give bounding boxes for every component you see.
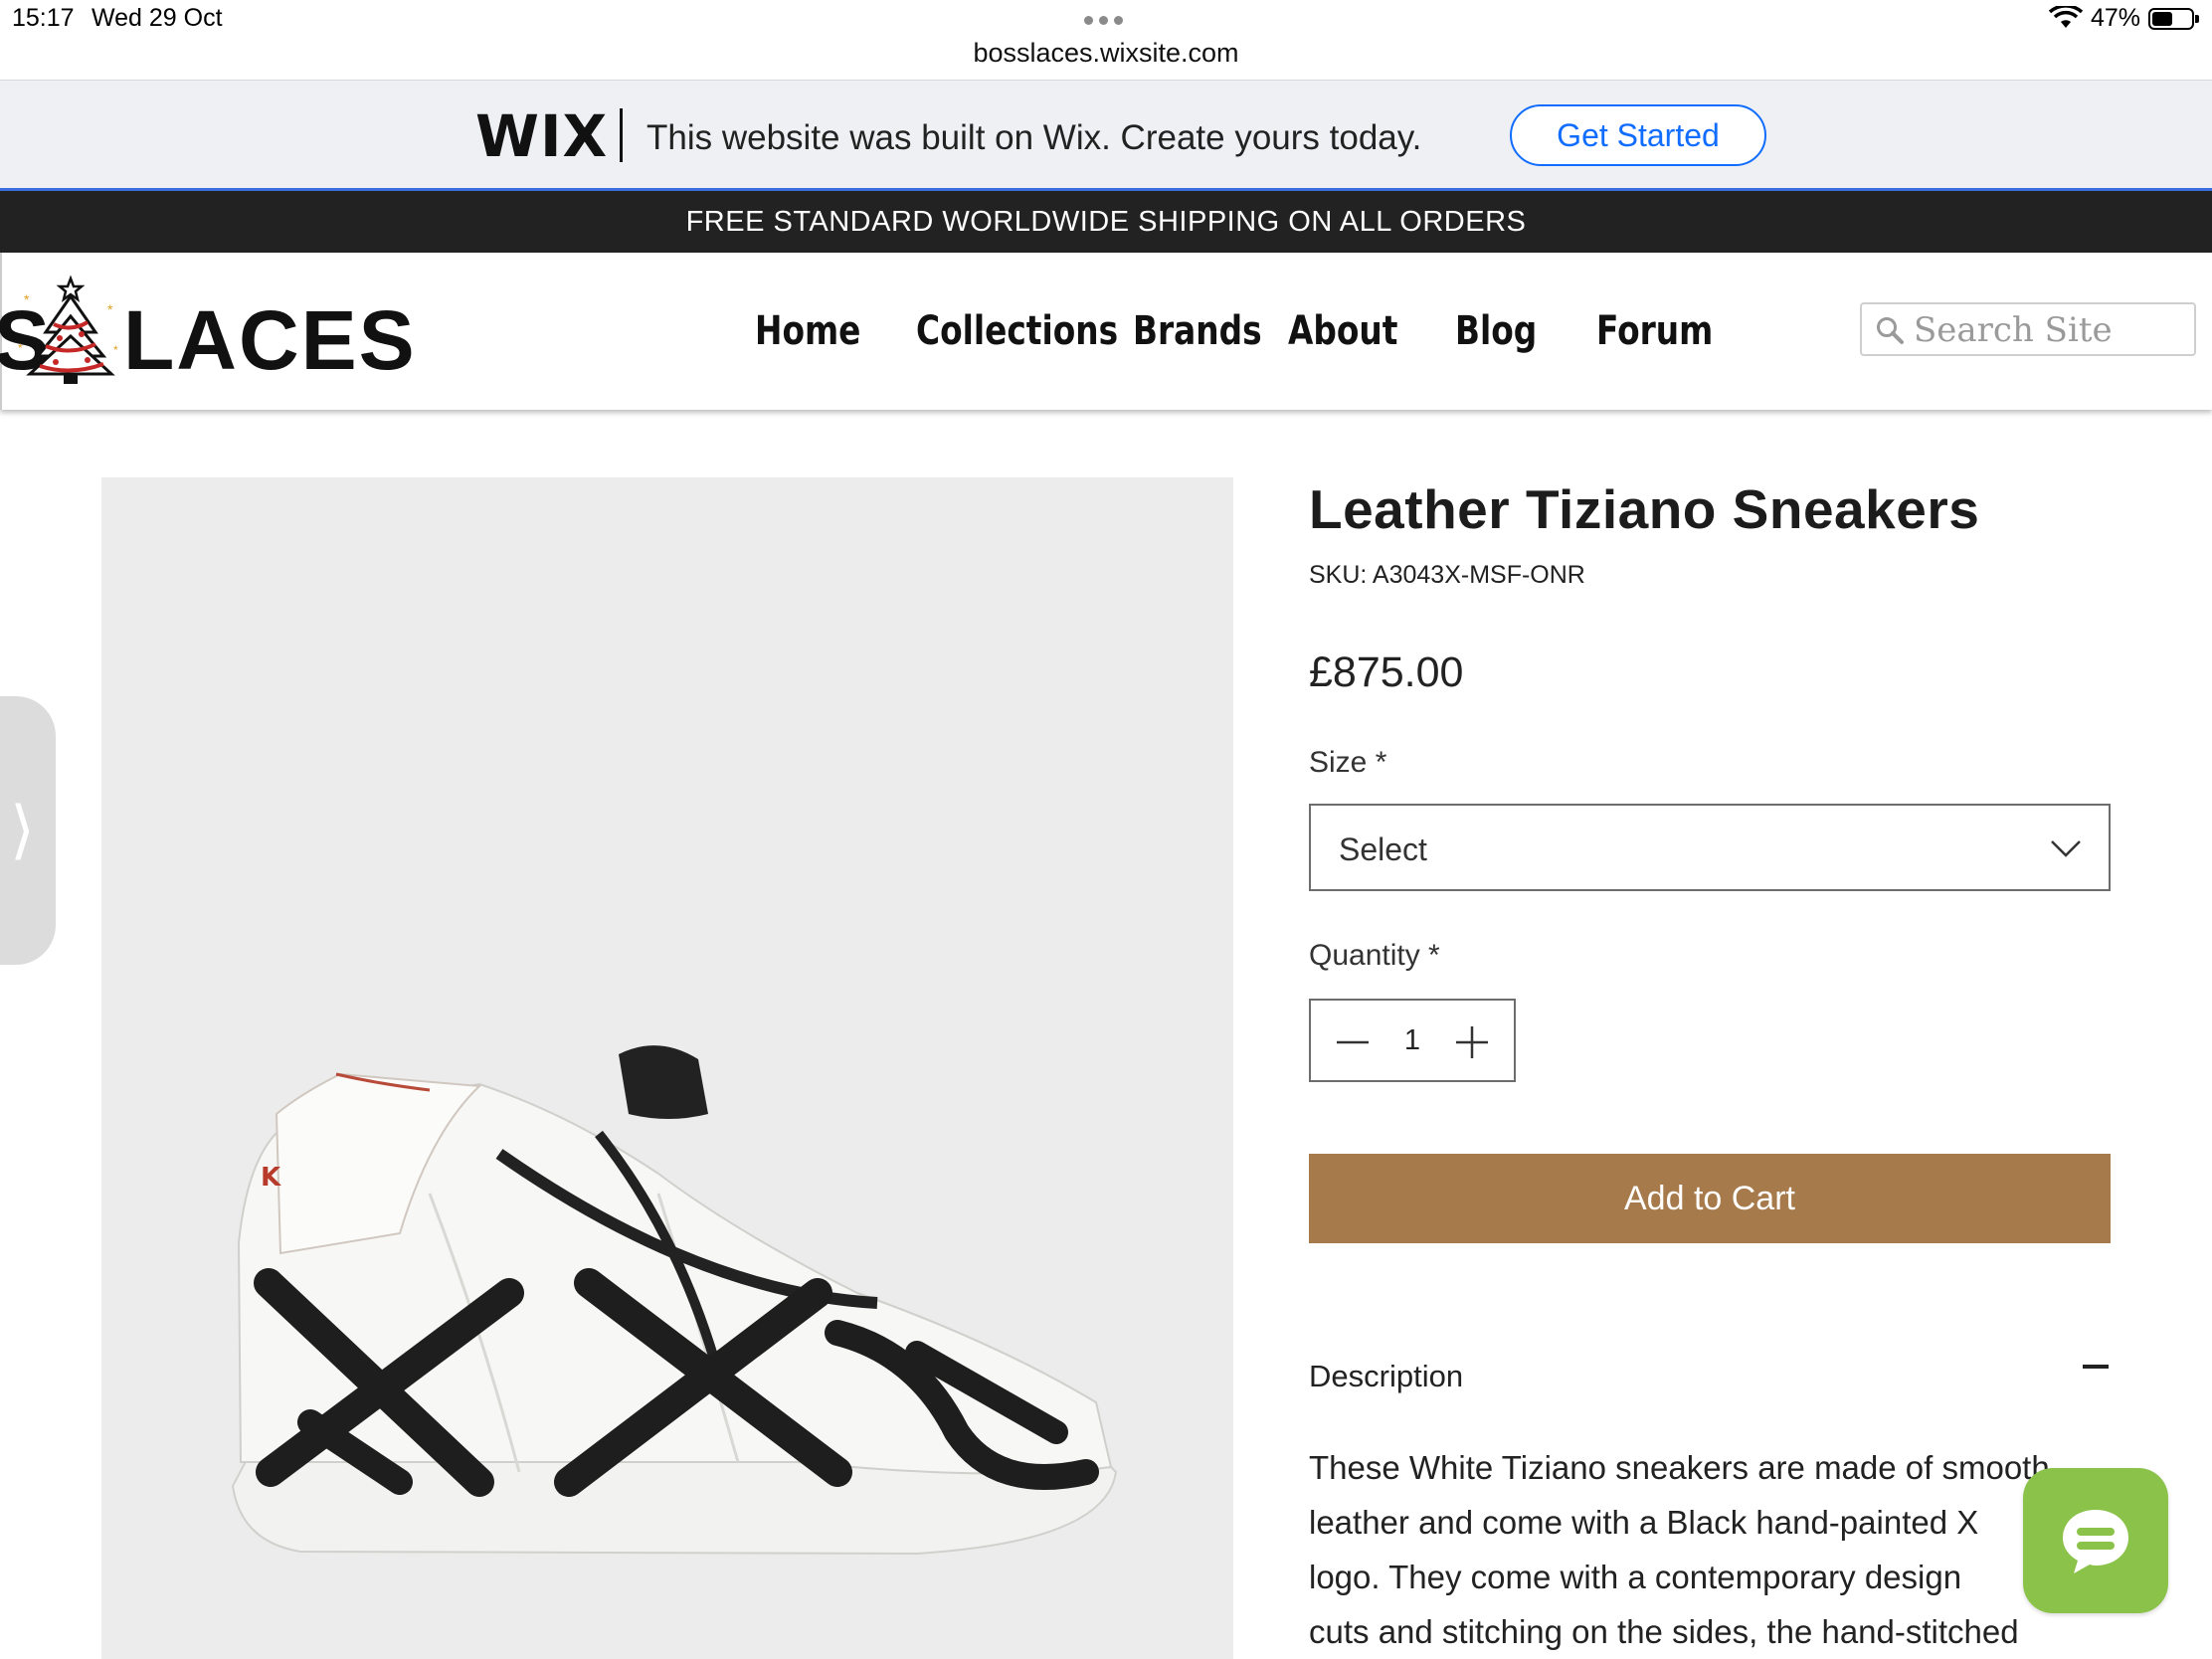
christmas-tree-icon: * * * * [18,275,118,384]
size-selected-value: Select [1339,831,1427,867]
side-panel-tab[interactable]: ⟩ [0,696,56,965]
search-placeholder: Search Site [1914,310,2113,350]
wix-banner: WIX This website was built on Wix. Creat… [0,80,2212,191]
battery-level [2152,12,2172,26]
product-price: £875.00 [1309,648,1464,696]
main-nav: Home Collections Brands About Blog Forum [755,308,1716,354]
logo-text: LACES [123,293,417,387]
chevron-right-icon: ⟩ [10,794,35,867]
svg-text:K: K [261,1163,281,1193]
description-text: These White Tiziano sneakers are made of… [1309,1440,2095,1659]
description-line: leather and come with a Black hand-paint… [1309,1504,1979,1541]
add-to-cart-button[interactable]: Add to Cart [1309,1154,2111,1243]
quantity-stepper: 1 [1309,999,1516,1082]
collapse-minus-icon[interactable] [2083,1365,2109,1369]
status-bar: 15:17 Wed 29 Oct bosslaces.wixsite.com 4… [0,0,2212,80]
nav-home[interactable]: Home [755,308,887,354]
description-line: logo. They come with a contemporary desi… [1309,1559,1962,1595]
status-time: 15:17 [12,4,75,32]
product-title: Leather Tiziano Sneakers [1309,478,1980,540]
nav-blog[interactable]: Blog [1455,308,1570,354]
svg-text:*: * [107,301,113,317]
site-logo[interactable]: S * * * * LACES [0,275,417,387]
description-line: cuts and stitching on the sides, the han… [1309,1613,2019,1650]
nav-forum[interactable]: Forum [1596,308,1713,354]
description-header[interactable]: Description [1309,1359,1463,1394]
quantity-value[interactable]: 1 [1396,1024,1428,1057]
battery-percent: 47% [2091,4,2141,32]
quantity-label: Quantity * [1309,939,1440,972]
shipping-announcement: FREE STANDARD WORLDWIDE SHIPPING ON ALL … [0,191,2212,253]
nav-collections[interactable]: Collections [916,308,1118,354]
wix-logo[interactable]: WIX [475,102,608,170]
svg-text:*: * [18,341,23,355]
svg-text:*: * [24,291,30,307]
plus-icon[interactable] [1450,1020,1494,1064]
search-input[interactable]: Search Site [1860,302,2196,356]
sneaker-image: K [231,1045,1118,1556]
status-date: Wed 29 Oct [92,4,223,32]
multitasking-dots-icon[interactable] [1084,16,1123,25]
get-started-button[interactable]: Get Started [1510,104,1766,166]
nav-brands[interactable]: Brands [1133,308,1262,354]
svg-text:*: * [113,343,118,357]
chevron-down-icon [2051,840,2081,857]
product-image[interactable]: K [101,477,1233,1659]
size-dropdown[interactable]: Select [1309,804,2111,891]
chat-icon [2063,1510,2128,1573]
product-sku: SKU: A3043X-MSF-ONR [1309,561,1585,589]
minus-icon[interactable] [1331,1020,1375,1064]
battery-icon [2148,8,2199,30]
description-line: These White Tiziano sneakers are made of… [1309,1449,2050,1486]
wix-banner-message: This website was built on Wix. Create yo… [646,118,1422,157]
address-url[interactable]: bosslaces.wixsite.com [0,38,2212,69]
wix-divider [620,108,623,162]
wifi-icon [2049,6,2083,28]
size-label: Size * [1309,746,1387,779]
site-header: S * * * * LACES Home Collections Brands … [0,253,2212,410]
chat-button[interactable] [2023,1468,2168,1613]
nav-about[interactable]: About [1288,308,1425,354]
search-icon [1877,317,1904,344]
